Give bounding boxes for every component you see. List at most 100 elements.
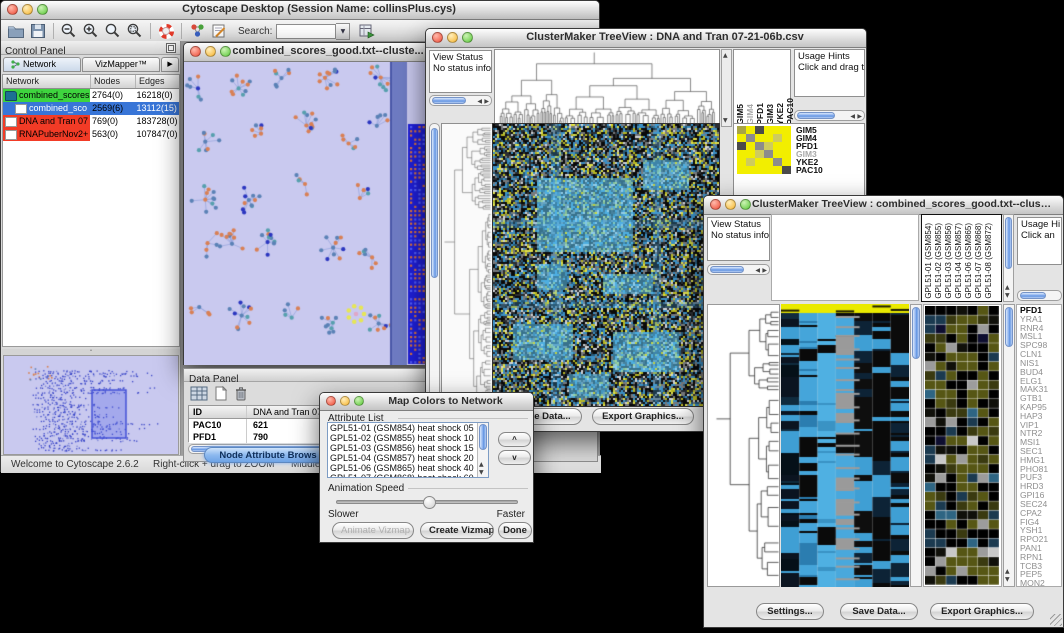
zoom-window-icon[interactable] — [740, 199, 751, 210]
column-label[interactable]: GIM3 — [766, 104, 775, 125]
network-row[interactable]: RNAPuberNov2+ 563(0) 107847(0) — [3, 128, 179, 141]
matrix-cell[interactable] — [782, 134, 791, 142]
save-data-button[interactable]: Save Data... — [840, 603, 918, 620]
matrix-cell[interactable] — [782, 166, 791, 174]
matrix-cell[interactable] — [737, 150, 746, 158]
close-icon[interactable] — [7, 4, 18, 15]
matrix-cell[interactable] — [737, 142, 746, 150]
network-graph-canvas[interactable] — [184, 62, 434, 365]
matrix-cell[interactable] — [773, 126, 782, 134]
expression-heatmap-canvas[interactable] — [781, 304, 909, 587]
main-titlebar[interactable]: Cytoscape Desktop (Session Name: collins… — [1, 1, 599, 20]
labels-vscrollbar[interactable]: ▲▼ — [1003, 214, 1014, 302]
zoom-fit-icon[interactable] — [124, 22, 146, 40]
dendro-scroll-strip[interactable]: ▲▼ — [721, 49, 732, 127]
matrix-cell[interactable] — [773, 166, 782, 174]
dialog-titlebar[interactable]: Map Colors to Network — [320, 393, 533, 411]
matrix-cell[interactable] — [764, 142, 773, 150]
export-graphics-button[interactable]: Export Graphics... — [592, 408, 694, 425]
vizmap-colors-icon[interactable] — [186, 22, 208, 40]
search-input[interactable] — [276, 24, 336, 39]
matrix-cell[interactable] — [746, 158, 755, 166]
matrix-cell[interactable] — [755, 126, 764, 134]
gene-dendrogram-canvas[interactable] — [708, 305, 779, 586]
status-hscrollbar[interactable]: ◀▶ — [429, 95, 492, 106]
attribute-item[interactable]: GPL51-04 (GSM857) heat shock 20 min — [328, 453, 476, 463]
array-label[interactable]: GPL51-08 (GSM872) — [984, 223, 993, 299]
matrix-cell[interactable] — [746, 150, 755, 158]
gene-name[interactable]: MON2 — [1020, 579, 1061, 587]
genelist-vscrollbar[interactable]: ▲▼ — [1003, 304, 1015, 587]
zoom-window-icon[interactable] — [462, 32, 473, 43]
attribute-item[interactable]: GPL51-02 (GSM855) heat shock 10 min — [328, 433, 476, 443]
attribute-item[interactable]: GPL51-06 (GSM865) heat shock 40 min — [328, 463, 476, 473]
matrix-cell[interactable] — [764, 126, 773, 134]
array-label[interactable]: GPL51-07 (GSM868) — [974, 223, 983, 299]
network-view-titlebar[interactable]: combined_scores_good.txt--cluste... — [184, 43, 434, 62]
help-ring-icon[interactable] — [155, 22, 177, 40]
matrix-cell[interactable] — [755, 158, 764, 166]
matrix-cell[interactable] — [773, 158, 782, 166]
matrix-cell[interactable] — [746, 166, 755, 174]
column-label[interactable]: YKE2 — [776, 103, 785, 125]
zoom-in-icon[interactable] — [80, 22, 102, 40]
resize-grip[interactable] — [1050, 614, 1062, 626]
zoom-out-icon[interactable] — [58, 22, 80, 40]
array-label[interactable]: GPL51-02 (GSM855) — [934, 223, 943, 299]
matrix-cell[interactable] — [755, 150, 764, 158]
matrix-cell[interactable] — [773, 134, 782, 142]
matrix-cell[interactable] — [746, 142, 755, 150]
matrix-cell[interactable] — [782, 150, 791, 158]
zoom-heatmap-canvas[interactable] — [925, 306, 999, 585]
move-down-button[interactable]: v — [498, 450, 531, 465]
matrix-cell[interactable] — [755, 166, 764, 174]
zoom-matrix[interactable] — [737, 126, 791, 174]
matrix-cell[interactable] — [782, 142, 791, 150]
new-attribute-icon[interactable] — [214, 386, 228, 406]
array-label[interactable]: GPL51-01 (GSM854) — [924, 223, 933, 299]
animate-vizmap-button[interactable]: Animate Vizmap — [332, 522, 414, 539]
open-folder-icon[interactable] — [5, 22, 27, 40]
network-row[interactable]: combined_scores 2764(0) 16218(0) — [3, 89, 179, 102]
tab-vizmapper[interactable]: VizMapper™ — [82, 57, 160, 72]
matrix-cell[interactable] — [737, 158, 746, 166]
minimize-icon[interactable] — [725, 199, 736, 210]
hints-hscrollbar[interactable]: ◀▶ — [794, 110, 865, 121]
done-button[interactable]: Done — [498, 522, 532, 539]
export-table-icon[interactable] — [355, 22, 377, 40]
matrix-cell[interactable] — [755, 142, 764, 150]
matrix-cell[interactable] — [764, 158, 773, 166]
gene-name-list[interactable]: PFD1YRA1RNR4MSL1SPC98CLN1NIS1BUD4ELG1MAK… — [1016, 304, 1062, 587]
minimize-icon[interactable] — [447, 32, 458, 43]
matrix-cell[interactable] — [737, 166, 746, 174]
gene-dendrogram-canvas[interactable] — [442, 124, 492, 406]
attribute-item[interactable]: GPL51-03 (GSM856) heat shock 15 min — [328, 443, 476, 453]
zoom-actual-icon[interactable] — [102, 22, 124, 40]
matrix-cell[interactable] — [764, 150, 773, 158]
node-attribute-browser-button[interactable]: Node Attribute Brows — [204, 447, 332, 463]
matrix-cell[interactable] — [746, 134, 755, 142]
search-dropdown-button[interactable]: ▼ — [336, 23, 350, 40]
matrix-cell[interactable] — [737, 126, 746, 134]
save-icon[interactable] — [27, 22, 49, 40]
settings-button[interactable]: Settings... — [756, 603, 824, 620]
minimize-icon[interactable] — [340, 396, 350, 406]
attribute-list[interactable]: GPL51-01 (GSM854) heat shock 05 minGPL51… — [328, 423, 476, 477]
hints-hscrollbar[interactable] — [1017, 290, 1062, 301]
tab-scroll-button[interactable]: ▶ — [161, 57, 179, 72]
zoom-window-icon[interactable] — [354, 396, 364, 406]
matrix-cell[interactable] — [782, 158, 791, 166]
column-label[interactable]: PFD1 — [756, 103, 765, 125]
network-row[interactable]: DNA and Tran 07 769(0) 183728(0) — [3, 115, 179, 128]
create-vizmap-button[interactable]: Create Vizmap — [420, 522, 494, 539]
gene-label[interactable]: PAC10 — [796, 166, 823, 174]
network-overview-canvas[interactable] — [4, 356, 178, 454]
array-label[interactable]: GPL51-03 (GSM856) — [944, 223, 953, 299]
column-label[interactable]: GIM4 — [746, 104, 755, 125]
similarity-heatmap-canvas[interactable] — [493, 124, 719, 406]
close-icon[interactable] — [326, 396, 336, 406]
close-icon[interactable] — [432, 32, 443, 43]
annotation-icon[interactable] — [208, 22, 230, 40]
matrix-cell[interactable] — [755, 134, 764, 142]
treeview-dna-titlebar[interactable]: ClusterMaker TreeView : DNA and Tran 07-… — [426, 29, 866, 48]
